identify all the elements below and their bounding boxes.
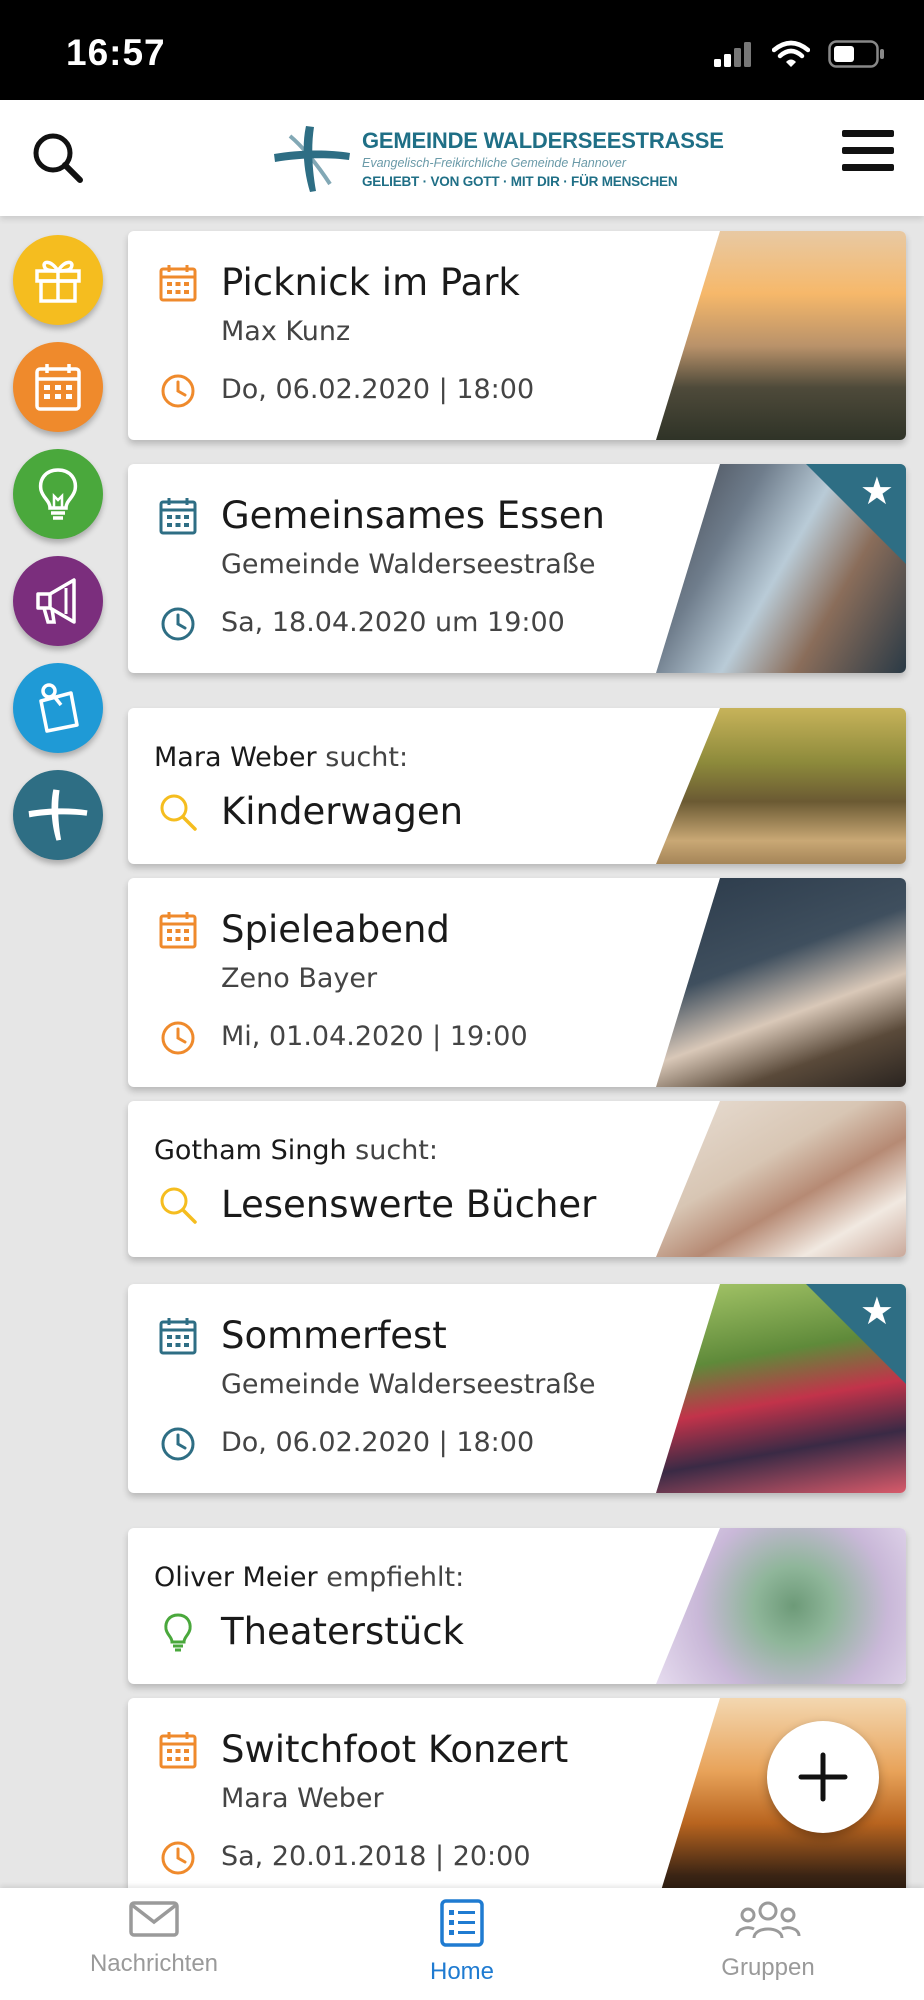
event-organizer: Mara Weber bbox=[221, 1783, 384, 1814]
clock-icon bbox=[161, 1021, 195, 1055]
post-verb: empfiehlt: bbox=[326, 1562, 465, 1593]
post-author-line: Gotham Singh sucht: bbox=[154, 1135, 438, 1166]
search-title: Lesenswerte Bücher bbox=[221, 1183, 597, 1226]
cross-logo-icon bbox=[274, 126, 350, 192]
category-board-button[interactable] bbox=[13, 663, 103, 753]
event-datetime: Sa, 18.04.2020 um 19:00 bbox=[221, 607, 565, 638]
signal-icon bbox=[714, 42, 751, 67]
category-ideas-button[interactable] bbox=[13, 449, 103, 539]
tab-home[interactable]: Home bbox=[362, 1898, 562, 1986]
app-header: GEMEINDE WALDERSEESTRASSE Evangelisch-Fr… bbox=[0, 100, 924, 216]
lightbulb-icon bbox=[38, 468, 78, 520]
megaphone-icon bbox=[36, 578, 76, 624]
category-announcements-button[interactable] bbox=[13, 556, 103, 646]
add-post-button[interactable] bbox=[767, 1721, 879, 1833]
tab-label: Nachrichten bbox=[89, 1950, 219, 1977]
tab-label: Home bbox=[429, 1958, 495, 1985]
logo-name: GEMEINDE WALDERSEESTRASSE bbox=[362, 128, 724, 153]
post-author-line: Oliver Meier empfiehlt: bbox=[154, 1562, 464, 1593]
post-author: Oliver Meier bbox=[154, 1562, 318, 1593]
event-photo bbox=[656, 231, 906, 440]
post-photo bbox=[656, 1528, 906, 1684]
feed-card-search[interactable]: Mara Weber sucht: Kinderwagen bbox=[128, 708, 906, 864]
post-author: Mara Weber bbox=[154, 742, 317, 773]
feed-card-event[interactable]: Sommerfest Gemeinde Walderseestraße Do, … bbox=[128, 1284, 906, 1493]
event-title: Switchfoot Konzert bbox=[221, 1728, 569, 1771]
category-church-button[interactable] bbox=[13, 770, 103, 860]
tab-gruppen[interactable]: Gruppen bbox=[668, 1898, 868, 1982]
group-icon bbox=[735, 1901, 801, 1939]
search-icon bbox=[160, 1187, 197, 1224]
calendar-icon bbox=[159, 265, 197, 302]
clock-icon bbox=[161, 607, 195, 641]
clock-icon bbox=[161, 374, 195, 408]
event-organizer: Gemeinde Walderseestraße bbox=[221, 1369, 596, 1400]
logo-subtitle: Evangelisch-Freikirchliche Gemeinde Hann… bbox=[362, 156, 627, 170]
event-organizer: Zeno Bayer bbox=[221, 963, 378, 994]
gift-icon bbox=[35, 260, 81, 303]
status-bar: 16:57 bbox=[0, 0, 924, 100]
cross-logo-icon bbox=[28, 789, 88, 841]
envelope-icon bbox=[129, 1901, 179, 1937]
clock-icon bbox=[161, 1427, 195, 1461]
calendar-icon bbox=[159, 912, 197, 949]
calendar-icon bbox=[35, 364, 81, 411]
search-title: Kinderwagen bbox=[221, 790, 464, 833]
event-title: Sommerfest bbox=[221, 1314, 447, 1357]
star-icon: ★ bbox=[859, 469, 894, 513]
logo-motto: GELIEBT · VON GOTT · MIT DIR · FÜR MENSC… bbox=[362, 174, 678, 189]
hamburger-menu-icon bbox=[842, 130, 894, 171]
search-icon bbox=[160, 794, 197, 831]
post-author-line: Mara Weber sucht: bbox=[154, 742, 408, 773]
search-icon bbox=[33, 133, 83, 183]
category-events-button[interactable] bbox=[13, 342, 103, 432]
search-button[interactable] bbox=[28, 128, 88, 188]
bottom-navigation: Nachrichten Home Gruppen bbox=[0, 1888, 924, 2000]
event-photo bbox=[656, 878, 906, 1087]
event-datetime: Do, 06.02.2020 | 18:00 bbox=[221, 1427, 535, 1458]
feed-card-search[interactable]: Gotham Singh sucht: Lesenswerte Bücher bbox=[128, 1101, 906, 1257]
feed-card-event[interactable]: Spieleabend Zeno Bayer Mi, 01.04.2020 | … bbox=[128, 878, 906, 1087]
calendar-icon bbox=[159, 498, 197, 535]
list-icon bbox=[440, 1899, 484, 1947]
calendar-icon bbox=[159, 1318, 197, 1355]
event-datetime: Do, 06.02.2020 | 18:00 bbox=[221, 374, 535, 405]
feed-card-event[interactable]: Gemeinsames Essen Gemeinde Walderseestra… bbox=[128, 464, 906, 673]
feed-card-recommend[interactable]: Oliver Meier empfiehlt: Theaterstück bbox=[128, 1528, 906, 1684]
star-icon: ★ bbox=[859, 1289, 894, 1333]
menu-button[interactable] bbox=[840, 126, 896, 176]
battery-icon bbox=[828, 40, 884, 68]
category-gifts-button[interactable] bbox=[13, 235, 103, 325]
feed-card-event[interactable]: Picknick im Park Max Kunz Do, 06.02.2020… bbox=[128, 231, 906, 440]
event-title: Picknick im Park bbox=[221, 261, 520, 304]
recommend-title: Theaterstück bbox=[221, 1610, 464, 1653]
post-verb: sucht: bbox=[325, 742, 409, 773]
post-verb: sucht: bbox=[355, 1135, 438, 1166]
lightbulb-icon bbox=[164, 1613, 192, 1652]
post-photo bbox=[656, 708, 906, 864]
calendar-icon bbox=[159, 1732, 197, 1769]
event-organizer: Gemeinde Walderseestraße bbox=[221, 549, 596, 580]
tab-nachrichten[interactable]: Nachrichten bbox=[54, 1898, 254, 1978]
church-logo: GEMEINDE WALDERSEESTRASSE Evangelisch-Fr… bbox=[272, 122, 724, 196]
status-time: 16:57 bbox=[66, 32, 166, 73]
event-title: Gemeinsames Essen bbox=[221, 494, 605, 537]
event-datetime: Sa, 20.01.2018 | 20:00 bbox=[221, 1841, 531, 1872]
event-title: Spieleabend bbox=[221, 908, 450, 951]
wifi-icon bbox=[772, 40, 810, 67]
event-datetime: Mi, 01.04.2020 | 19:00 bbox=[221, 1021, 528, 1052]
plus-icon bbox=[798, 1752, 848, 1802]
post-author: Gotham Singh bbox=[154, 1135, 347, 1166]
pin-note-icon bbox=[39, 683, 79, 733]
post-photo bbox=[656, 1101, 906, 1257]
event-organizer: Max Kunz bbox=[221, 316, 351, 347]
tab-label: Gruppen bbox=[721, 1954, 815, 1981]
clock-icon bbox=[161, 1841, 195, 1875]
